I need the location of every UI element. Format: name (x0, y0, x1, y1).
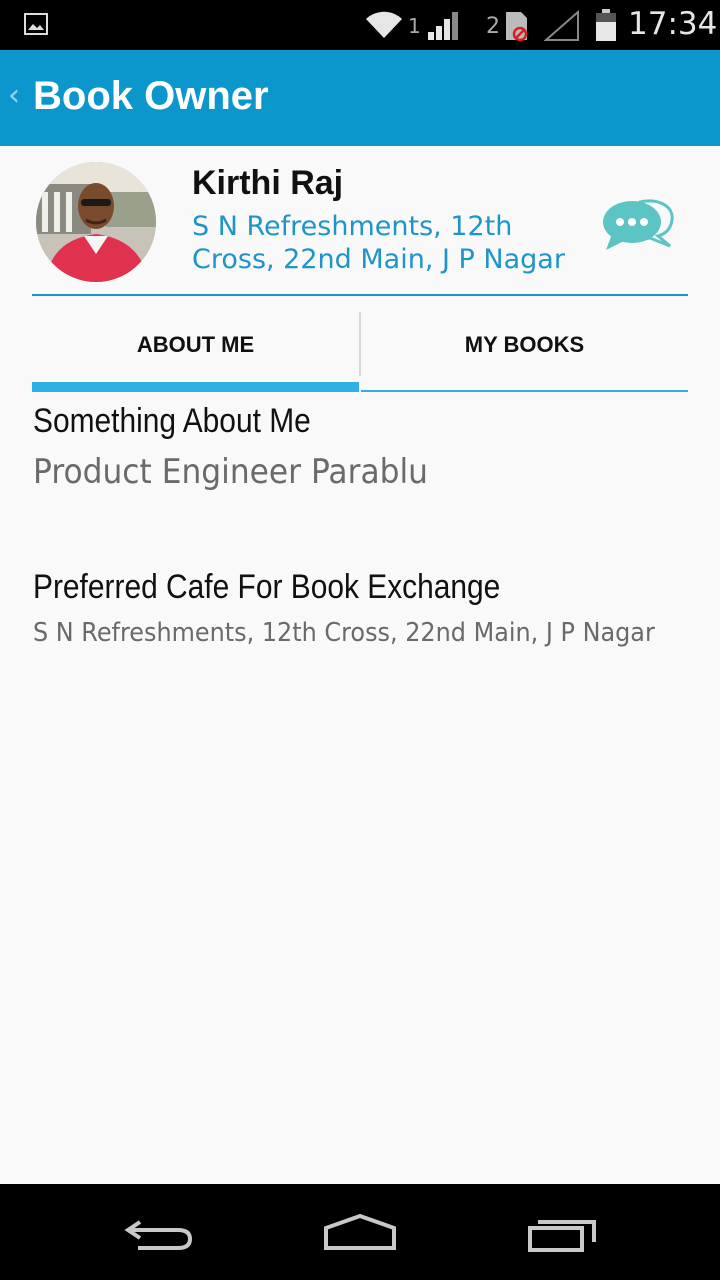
signal-empty-icon (544, 10, 579, 41)
status-bar: 1 2 17:34 (0, 0, 720, 50)
tab-about-me[interactable]: ABOUT ME (32, 312, 359, 392)
owner-name: Kirthi Raj (192, 164, 344, 202)
back-icon (124, 1220, 193, 1250)
sim2-label: 2 (486, 14, 500, 39)
nav-recents-button[interactable] (522, 1208, 602, 1258)
owner-address: S N Refreshments, 12th Cross, 22nd Main,… (192, 211, 565, 275)
battery-icon (596, 9, 616, 41)
about-value: Product Engineer Parablu (33, 452, 428, 492)
gallery-icon (24, 13, 48, 35)
nav-back-button[interactable] (120, 1208, 200, 1258)
home-icon (324, 1213, 396, 1250)
cafe-heading: Preferred Cafe For Book Exchange (33, 568, 501, 606)
navigation-bar (0, 1184, 720, 1280)
sim-blocked-icon (506, 12, 528, 42)
sim1-label: 1 (408, 14, 421, 38)
chat-button[interactable] (600, 196, 676, 254)
tab-indicator (361, 390, 688, 392)
tab-my-books-label: MY BOOKS (464, 332, 585, 357)
nav-home-button[interactable] (320, 1208, 400, 1258)
recents-icon (528, 1220, 596, 1252)
about-heading: Something About Me (33, 402, 311, 440)
chat-bubbles-icon (603, 199, 674, 250)
profile-divider (32, 294, 688, 296)
page-title[interactable]: Book Owner (33, 74, 269, 119)
avatar[interactable] (36, 162, 156, 282)
action-bar: ‹ Book Owner (0, 50, 720, 146)
clock: 17:34 (628, 6, 718, 42)
back-chevron-icon[interactable]: ‹ (8, 78, 20, 113)
tab-indicator-active (32, 382, 359, 392)
signal-icon (428, 12, 458, 40)
cafe-value: S N Refreshments, 12th Cross, 22nd Main,… (33, 618, 655, 648)
wifi-icon (366, 11, 402, 38)
tab-about-me-label: ABOUT ME (136, 332, 255, 357)
tab-my-books[interactable]: MY BOOKS (361, 312, 688, 392)
